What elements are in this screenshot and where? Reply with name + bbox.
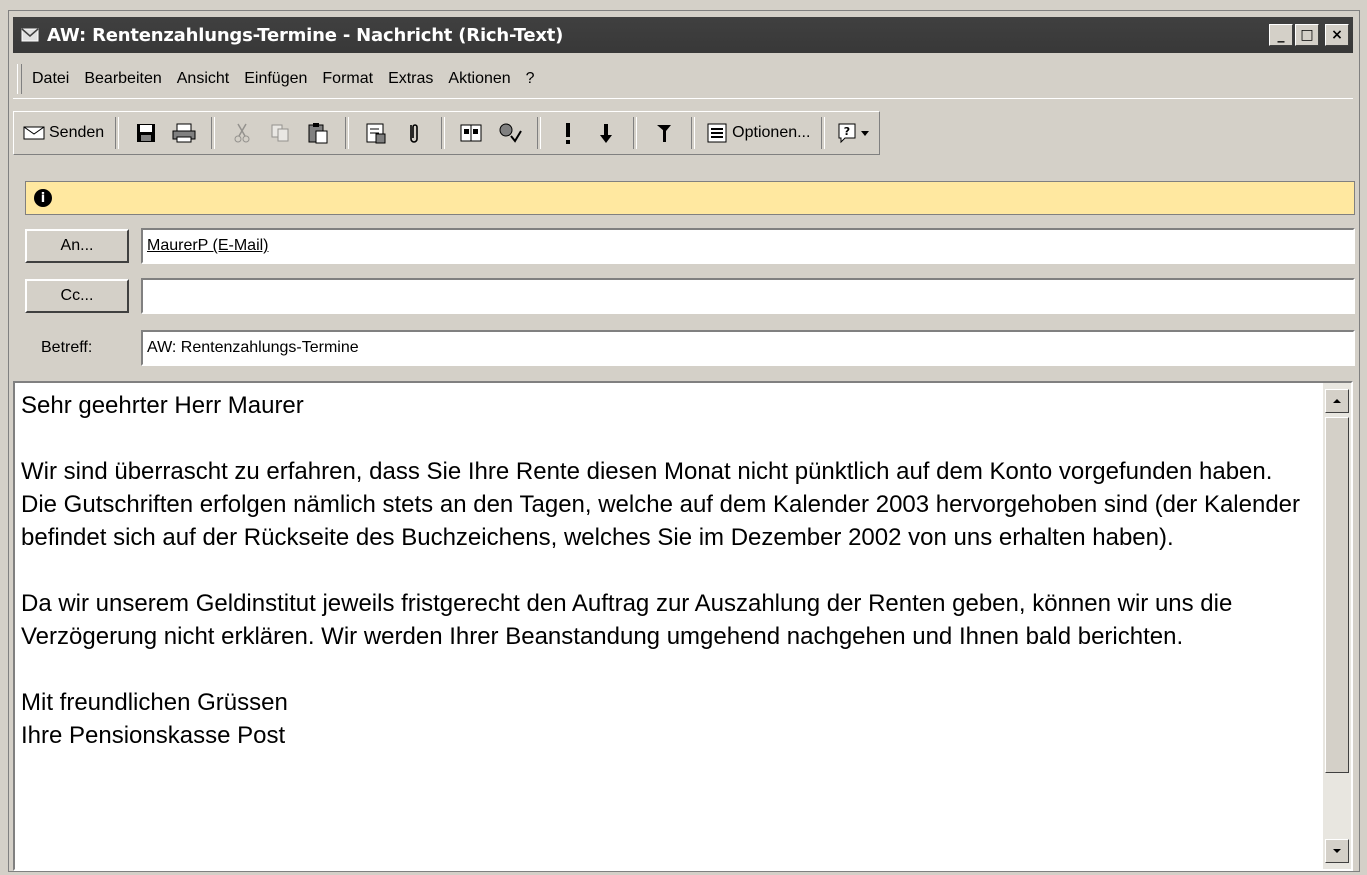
- cc-row: Cc...: [25, 277, 1355, 315]
- dropdown-arrow-icon: [860, 129, 870, 137]
- attach-button[interactable]: [398, 116, 430, 150]
- send-icon: [23, 125, 45, 141]
- subject-row: Betreff: AW: Rentenzahlungs-Termine: [25, 329, 1355, 367]
- signature: Ihre Pensionskasse Post: [21, 722, 286, 749]
- arrow-up-icon: [1333, 399, 1341, 403]
- to-row: An... MaurerP (E-Mail): [25, 227, 1355, 265]
- title-bar[interactable]: AW: Rentenzahlungs-Termine - Nachricht (…: [13, 17, 1353, 53]
- options-label: Optionen...: [732, 124, 811, 141]
- low-importance-button[interactable]: [590, 116, 622, 150]
- toolbar-separator: [691, 117, 696, 149]
- svg-text:?: ?: [844, 125, 850, 138]
- toolbar-separator: [821, 117, 826, 149]
- save-icon: [136, 123, 156, 143]
- check-spelling-button[interactable]: [494, 116, 526, 150]
- menu-datei[interactable]: Datei: [32, 70, 69, 88]
- subject-field[interactable]: AW: Rentenzahlungs-Termine: [141, 330, 1355, 366]
- scroll-down-button[interactable]: [1325, 839, 1349, 863]
- envelope-icon: [21, 28, 39, 42]
- check-names-icon: [460, 122, 484, 144]
- message-text[interactable]: Sehr geehrter Herr Maurer Wir sind überr…: [21, 389, 1311, 752]
- help-icon: ?: [836, 122, 860, 144]
- print-button[interactable]: [168, 116, 200, 150]
- greeting: Sehr geehrter Herr Maurer: [21, 392, 304, 419]
- scroll-up-button[interactable]: [1325, 389, 1349, 413]
- subject-label: Betreff:: [41, 339, 93, 356]
- menu-extras[interactable]: Extras: [388, 70, 433, 88]
- toolbar-separator: [345, 117, 350, 149]
- check-icon: [497, 122, 523, 144]
- toolbar-separator: [537, 117, 542, 149]
- cut-button[interactable]: [226, 116, 258, 150]
- message-body[interactable]: Sehr geehrter Herr Maurer Wir sind überr…: [13, 381, 1353, 871]
- printer-icon: [172, 123, 196, 143]
- options-icon: [706, 122, 728, 144]
- toolbar-separator: [633, 117, 638, 149]
- high-importance-button[interactable]: [552, 116, 584, 150]
- menu-bearbeiten[interactable]: Bearbeiten: [84, 70, 161, 88]
- menu-format[interactable]: Format: [322, 70, 373, 88]
- closing: Mit freundlichen Grüssen: [21, 689, 288, 716]
- message-window: AW: Rentenzahlungs-Termine - Nachricht (…: [8, 10, 1360, 872]
- vertical-scrollbar[interactable]: [1323, 383, 1351, 869]
- info-bar: i: [25, 181, 1355, 215]
- info-icon: i: [34, 189, 52, 207]
- toolbar-group: Senden Optionen... ?: [13, 111, 881, 155]
- copy-icon: [270, 123, 290, 143]
- standard-toolbar: Senden Optionen... ?: [13, 103, 1353, 163]
- menu-ansicht[interactable]: Ansicht: [177, 70, 229, 88]
- close-button[interactable]: ×: [1325, 24, 1349, 46]
- arrow-down-small-icon: [1333, 849, 1341, 853]
- paragraph-2: Da wir unserem Geldinstitut jeweils fris…: [21, 590, 1233, 650]
- window-controls: _ □ ×: [1269, 24, 1349, 46]
- scissors-icon: [233, 123, 251, 143]
- flag-icon: [656, 122, 672, 144]
- address-book-button[interactable]: [360, 116, 392, 150]
- toolbar-separator: [115, 117, 120, 149]
- paragraph-1: Wir sind überrascht zu erfahren, dass Si…: [21, 458, 1301, 551]
- options-button[interactable]: Optionen...: [706, 116, 810, 150]
- exclamation-icon: [563, 121, 573, 145]
- menu-einfuegen[interactable]: Einfügen: [244, 70, 307, 88]
- send-button[interactable]: Senden: [23, 116, 104, 150]
- cc-button[interactable]: Cc...: [25, 279, 129, 313]
- paperclip-icon: [408, 121, 420, 145]
- flag-button[interactable]: [648, 116, 680, 150]
- menu-bar: Datei Bearbeiten Ansicht Einfügen Format…: [13, 59, 1353, 99]
- minimize-button[interactable]: _: [1269, 24, 1293, 46]
- maximize-button[interactable]: □: [1295, 24, 1319, 46]
- menu-grip[interactable]: [17, 63, 22, 94]
- to-button[interactable]: An...: [25, 229, 129, 263]
- copy-button[interactable]: [264, 116, 296, 150]
- arrow-down-icon: [599, 122, 613, 144]
- save-button[interactable]: [130, 116, 162, 150]
- check-names-button[interactable]: [456, 116, 488, 150]
- toolbar-separator: [211, 117, 216, 149]
- paste-button[interactable]: [302, 116, 334, 150]
- address-book-icon: [365, 122, 387, 144]
- to-recipient[interactable]: MaurerP (E-Mail): [147, 237, 269, 255]
- window-title: AW: Rentenzahlungs-Termine - Nachricht (…: [47, 24, 564, 46]
- send-label: Senden: [49, 124, 105, 141]
- to-field[interactable]: MaurerP (E-Mail): [141, 228, 1355, 264]
- toolbar-separator: [441, 117, 446, 149]
- cc-field[interactable]: [141, 278, 1355, 314]
- help-button[interactable]: ?: [836, 116, 870, 150]
- scroll-thumb[interactable]: [1325, 417, 1349, 773]
- menu-aktionen[interactable]: Aktionen: [448, 70, 510, 88]
- clipboard-icon: [307, 122, 329, 144]
- menu-help[interactable]: ?: [526, 70, 535, 88]
